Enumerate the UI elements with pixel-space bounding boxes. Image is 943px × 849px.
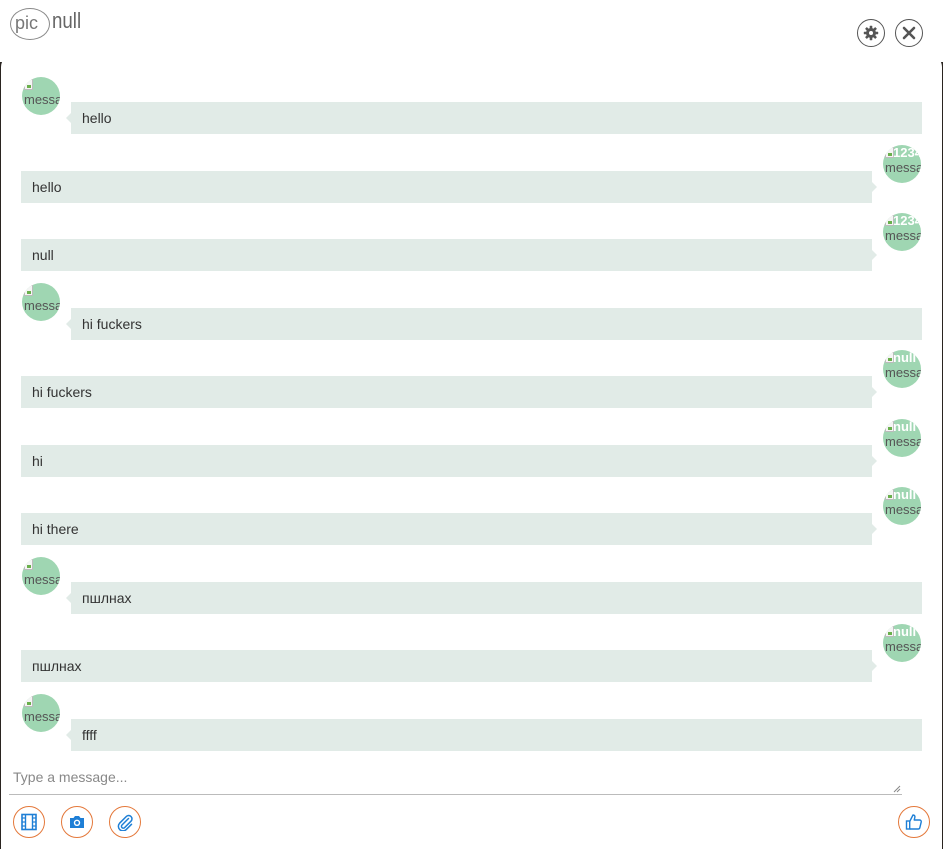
- avatar-alt-text: message: [24, 572, 60, 587]
- avatar-alt-top: null: [893, 419, 917, 434]
- message-outgoing: 1234messagenull: [1, 213, 942, 284]
- broken-image-icon: [24, 79, 33, 90]
- contact-avatar[interactable]: pic: [10, 8, 50, 40]
- message-incoming: message hello: [1, 77, 942, 147]
- paperclip-icon: [117, 814, 133, 831]
- message-bubble[interactable]: hello: [21, 171, 877, 203]
- message-bubble[interactable]: hi fuckers: [66, 308, 922, 340]
- broken-image-icon: [24, 285, 33, 296]
- message-avatar[interactable]: nullmessage: [883, 419, 921, 457]
- contact-avatar-alt: pic: [15, 13, 39, 33]
- message-outgoing: 1234messagehello: [1, 145, 942, 216]
- avatar-alt-text: message: [885, 639, 921, 654]
- avatar-alt-text: message: [885, 160, 921, 175]
- avatar-alt-top: 1234: [893, 213, 921, 228]
- thumbs-up-icon: [905, 814, 922, 830]
- message-incoming: message пшлнах: [1, 557, 942, 627]
- message-outgoing: nullmessagehi fuckers: [1, 350, 942, 421]
- avatar-alt-text: message: [885, 228, 921, 243]
- resize-handle[interactable]: [892, 784, 901, 793]
- camera-icon: [70, 816, 84, 828]
- avatar-alt-text: message: [24, 92, 60, 107]
- message-avatar[interactable]: nullmessage: [883, 350, 921, 388]
- avatar-alt-top: 1234: [893, 145, 921, 160]
- message-outgoing: nullmessagehi: [1, 419, 942, 490]
- message-avatar[interactable]: message: [22, 557, 60, 595]
- avatar-alt-top: null: [893, 350, 917, 365]
- message-avatar[interactable]: 1234message: [883, 145, 921, 183]
- contact-name: null: [52, 8, 82, 33]
- settings-button[interactable]: [857, 19, 885, 47]
- message-avatar[interactable]: message: [22, 694, 60, 732]
- chat-header: pic null: [0, 0, 943, 62]
- message-outgoing: nullmessagehi there: [1, 487, 942, 558]
- message-input[interactable]: [9, 761, 902, 795]
- message-outgoing: nullmessageпшлнах: [1, 624, 942, 695]
- film-icon: [21, 813, 37, 831]
- message-bubble[interactable]: ffff: [66, 719, 922, 751]
- avatar-alt-top: null: [893, 487, 917, 502]
- message-bubble[interactable]: hi fuckers: [21, 376, 877, 408]
- broken-image-icon: [24, 696, 33, 707]
- avatar-alt-text: message: [885, 365, 921, 380]
- chat-panel: messagehello1234messagehello1234messagen…: [1, 55, 942, 849]
- broken-image-icon: [24, 559, 33, 570]
- message-bubble[interactable]: пшлнах: [66, 582, 922, 614]
- send-photo-button[interactable]: [61, 806, 93, 838]
- message-avatar[interactable]: message: [22, 283, 60, 321]
- message-bubble[interactable]: hi: [21, 445, 877, 477]
- message-incoming: message hi fuckers: [1, 283, 942, 353]
- message-avatar[interactable]: nullmessage: [883, 624, 921, 662]
- close-button[interactable]: [895, 19, 923, 47]
- like-button[interactable]: [898, 806, 930, 838]
- message-avatar[interactable]: 1234message: [883, 213, 921, 251]
- message-bubble[interactable]: null: [21, 239, 877, 271]
- message-avatar[interactable]: nullmessage: [883, 487, 921, 525]
- attach-file-button[interactable]: [109, 806, 141, 838]
- avatar-alt-text: message: [885, 502, 921, 517]
- avatar-alt-text: message: [885, 434, 921, 449]
- close-icon: [902, 26, 916, 40]
- avatar-alt-top: null: [893, 624, 917, 639]
- avatar-alt-text: message: [24, 709, 60, 724]
- message-bubble[interactable]: hi there: [21, 513, 877, 545]
- gear-icon: [863, 25, 879, 41]
- message-bubble[interactable]: hello: [66, 102, 922, 134]
- message-incoming: message ffff: [1, 694, 942, 764]
- message-avatar[interactable]: message: [22, 77, 60, 115]
- send-video-button[interactable]: [13, 806, 45, 838]
- message-bubble[interactable]: пшлнах: [21, 650, 877, 682]
- avatar-alt-text: message: [24, 298, 60, 313]
